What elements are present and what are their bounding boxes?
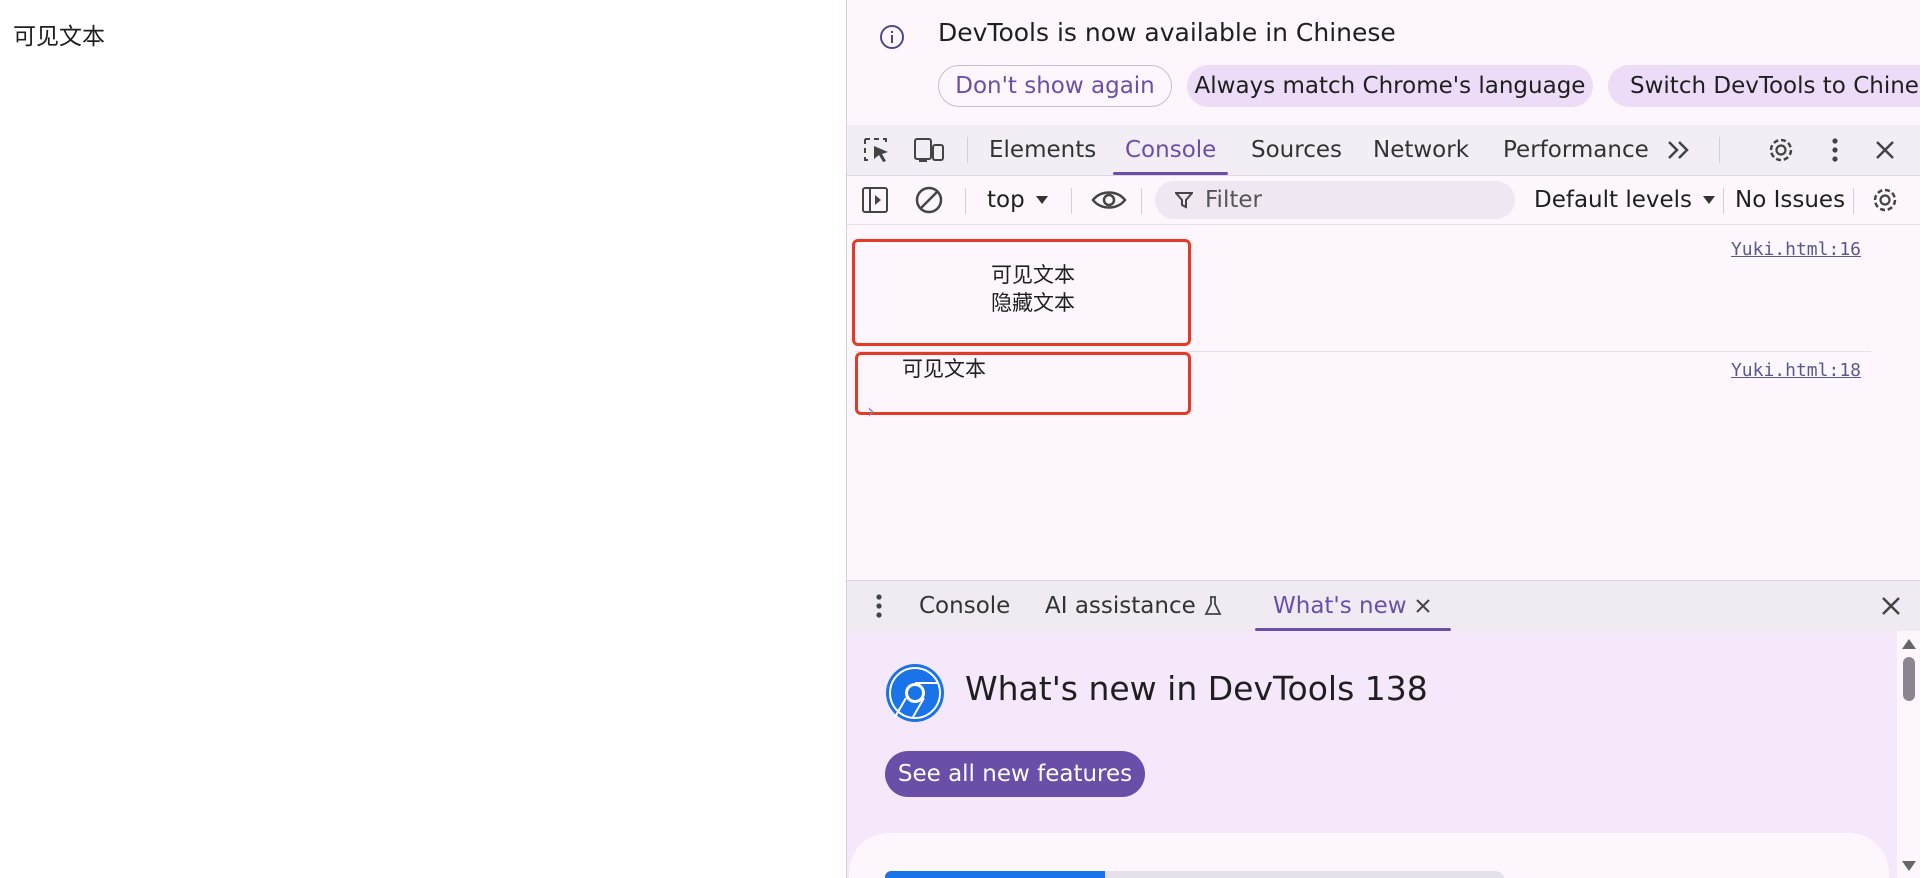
console-output: 可见文本 隐藏文本 Yuki.html:16 可见文本 Yuki.html:18… [847,225,1920,579]
dropdown-arrow-icon [1035,196,1048,204]
settings-gear-icon[interactable] [1765,135,1797,165]
feature-card-header [1105,871,1505,878]
language-banner: DevTools is now available in Chinese Don… [847,0,1920,125]
toolbar-divider [1141,188,1142,214]
drawer-tab-label: AI assistance [1045,593,1196,619]
log-levels-label: Default levels [1534,187,1693,213]
highlight-box [855,352,1191,415]
device-toolbar-icon[interactable] [913,135,945,165]
issues-counter[interactable]: No Issues [1735,182,1845,218]
whats-new-scrollbar[interactable] [1897,631,1920,878]
info-icon [880,25,904,49]
toolbar-divider [965,188,966,214]
toolbar-divider [1853,188,1854,214]
more-tabs-icon[interactable] [1663,135,1695,165]
experiment-flask-icon [1204,596,1222,615]
tab-console[interactable]: Console [1112,125,1229,175]
scroll-up-arrow-icon[interactable] [1902,639,1916,649]
scroll-down-arrow-icon[interactable] [1902,861,1916,871]
clear-console-icon[interactable] [913,185,945,215]
tab-network[interactable]: Network [1373,125,1469,175]
toolbar-divider [967,137,968,163]
context-selector[interactable]: top [987,182,1049,218]
drawer-tab-label: Console [919,593,1011,619]
source-link[interactable]: Yuki.html:16 [1731,239,1861,260]
tab-elements[interactable]: Elements [989,125,1096,175]
tab-performance[interactable]: Performance [1503,125,1649,175]
filter-input[interactable] [1203,186,1497,214]
dropdown-arrow-icon [1703,196,1716,204]
filter-box [1155,181,1515,219]
drawer-tab-label: What's new [1273,593,1407,619]
whats-new-panel: What's new in DevTools 138 See all new f… [847,631,1897,878]
highlight-box [852,239,1191,346]
live-expression-eye-icon[interactable] [1087,185,1131,215]
switch-to-chinese-button[interactable]: Switch DevTools to Chinese [1608,65,1920,107]
page-visible-text: 可见文本 [13,24,105,50]
inspected-page: 可见文本 [0,0,846,878]
console-toolbar: top Default levels No Issues [847,176,1920,225]
log-levels-dropdown[interactable]: Default levels [1534,182,1716,218]
devtools-panel: DevTools is now available in Chinese Don… [846,0,1920,878]
drawer-menu-icon[interactable] [863,591,895,621]
tab-sources[interactable]: Sources [1251,125,1342,175]
banner-title: DevTools is now available in Chinese [938,18,1396,47]
inspect-element-icon[interactable] [861,135,893,165]
feature-card-image [885,871,1105,878]
main-toolbar: Elements Console Sources Network Perform… [847,125,1920,176]
close-tab-icon[interactable] [1415,598,1431,614]
see-all-features-button[interactable]: See all new features [885,751,1145,797]
source-link[interactable]: Yuki.html:18 [1731,360,1861,381]
toolbar-divider [1071,188,1072,214]
always-match-language-button[interactable]: Always match Chrome's language [1187,65,1593,107]
filter-funnel-icon [1175,192,1193,209]
toolbar-divider [1723,188,1724,214]
close-devtools-icon[interactable] [1869,135,1901,165]
console-prompt-icon[interactable]: › [867,399,875,423]
scroll-thumb[interactable] [1903,657,1915,701]
toolbar-divider [1719,137,1720,163]
context-label: top [987,187,1025,213]
sidebar-toggle-icon[interactable] [859,185,891,215]
dont-show-again-button[interactable]: Don't show again [938,65,1172,107]
chrome-devtools-logo-icon [886,664,944,722]
drawer-tab-console[interactable]: Console [919,581,1010,631]
whats-new-title: What's new in DevTools 138 [965,669,1428,708]
close-drawer-icon[interactable] [1875,591,1907,621]
drawer-tab-ai-assistance[interactable]: AI assistance [1045,581,1222,631]
console-settings-gear-icon[interactable] [1869,185,1901,215]
drawer-toolbar: Console AI assistance What's new [847,580,1920,632]
more-options-icon[interactable] [1819,135,1851,165]
drawer-tab-whats-new[interactable]: What's new [1255,581,1451,631]
